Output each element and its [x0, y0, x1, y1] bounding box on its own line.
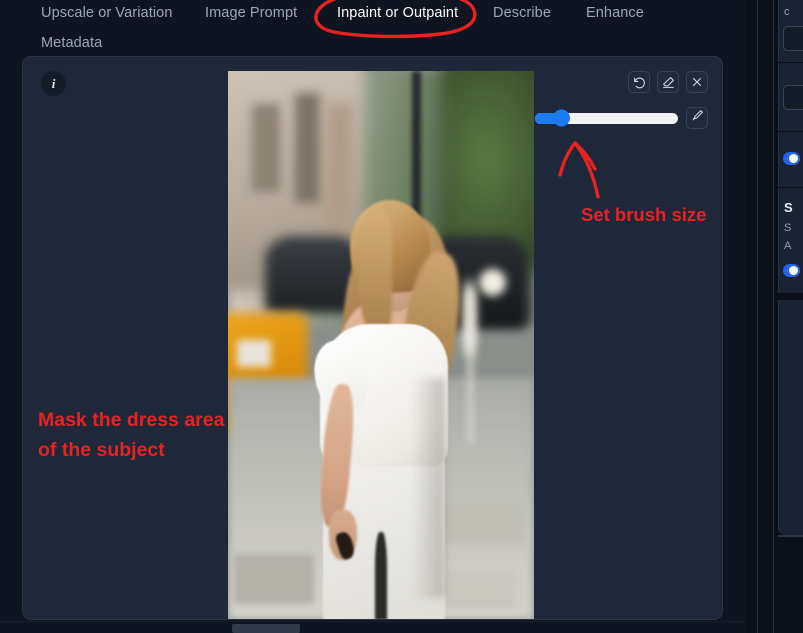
sidebar-toggle-2[interactable] [783, 264, 800, 277]
rail-divider-1 [757, 0, 758, 633]
undo-button[interactable] [628, 71, 650, 93]
sidebar-section-4[interactable]: S S A [778, 188, 803, 293]
sidebar-fragment-s1: S [784, 200, 793, 215]
right-sidebar-clipped: c S S A [745, 0, 803, 633]
tab-row-secondary: Metadata [0, 30, 745, 54]
sidebar-fragment-c: c [784, 6, 790, 18]
source-photo [228, 71, 534, 619]
sidebar-toggle-1[interactable] [783, 152, 800, 165]
tab-enhance[interactable]: Enhance [586, 1, 644, 24]
photo-subject [228, 71, 534, 619]
app-root: Upscale or Variation Image Prompt Inpain… [0, 0, 803, 633]
tab-metadata[interactable]: Metadata [41, 31, 102, 54]
subject-dress-shadow [411, 378, 446, 599]
sidebar-fragment-s2: S [784, 222, 792, 234]
brush-size-row [535, 106, 708, 130]
brush-tool-button[interactable] [686, 107, 708, 129]
bottom-handle [232, 624, 300, 633]
rail-divider-2 [773, 0, 774, 633]
tab-inpaint-or-outpaint[interactable]: Inpaint or Outpaint [337, 1, 458, 24]
image-canvas[interactable] [228, 71, 534, 619]
sidebar-input-2[interactable] [783, 85, 803, 110]
undo-icon [633, 76, 646, 89]
sidebar-section-5[interactable] [778, 300, 803, 535]
sidebar-fragment-a: A [784, 240, 792, 252]
sidebar-input-1[interactable] [783, 26, 803, 51]
brush-icon [691, 109, 704, 127]
close-button[interactable] [686, 71, 708, 93]
main-column: Upscale or Variation Image Prompt Inpain… [0, 0, 745, 633]
canvas-toolbar [628, 71, 708, 93]
sidebar-section-2[interactable] [778, 63, 803, 131]
bottom-divider [0, 621, 745, 622]
sidebar-bottom-edge [778, 535, 803, 537]
tab-describe[interactable]: Describe [493, 1, 551, 24]
sidebar-section-1[interactable]: c [778, 0, 803, 62]
tab-row-primary: Upscale or Variation Image Prompt Inpain… [0, 0, 745, 26]
brush-size-slider-thumb[interactable] [552, 109, 570, 127]
subject-skirt-slit [374, 532, 388, 619]
inpaint-editor-panel: i [22, 56, 723, 620]
sidebar-section-3[interactable] [778, 132, 803, 187]
info-icon[interactable]: i [41, 71, 66, 96]
eraser-button[interactable] [657, 71, 679, 93]
tab-upscale-or-variation[interactable]: Upscale or Variation [41, 1, 173, 24]
brush-size-slider[interactable] [535, 109, 678, 127]
eraser-icon [662, 76, 675, 89]
tab-image-prompt[interactable]: Image Prompt [205, 1, 297, 24]
close-icon [691, 76, 703, 88]
subject-hair-front [358, 213, 392, 335]
